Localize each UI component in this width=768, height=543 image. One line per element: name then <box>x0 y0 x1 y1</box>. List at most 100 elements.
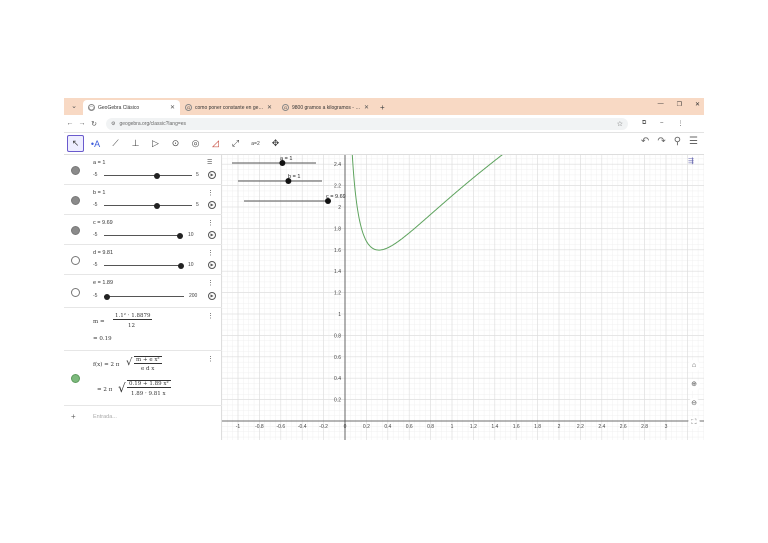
slider-knob[interactable] <box>103 293 110 300</box>
visibility-toggle-icon[interactable] <box>71 288 80 297</box>
home-icon[interactable]: ⌂ <box>688 360 700 372</box>
ellipse-tool-icon[interactable]: ◎ <box>187 135 204 152</box>
more-options-icon[interactable]: ⋮ <box>207 189 214 197</box>
minimize-icon[interactable]: — <box>658 101 664 108</box>
slider-row-a[interactable]: a = 1 -5 5 ▶ <box>64 155 222 185</box>
slider-knob[interactable] <box>153 202 160 209</box>
menu-dots-icon[interactable]: ⋮ <box>677 120 683 127</box>
close-tab-icon[interactable]: ✕ <box>170 104 175 111</box>
algebra-input-field[interactable]: Entrada... <box>93 414 117 420</box>
back-icon[interactable]: ← <box>64 120 76 127</box>
slider-min: -5 <box>93 262 98 268</box>
add-icon[interactable]: + <box>71 412 76 421</box>
visibility-toggle-icon[interactable] <box>71 166 80 175</box>
play-icon[interactable]: ▶ <box>208 231 216 239</box>
geogebra-favicon-icon: ◯ <box>88 104 95 111</box>
tab-google-search-1[interactable]: G como poner constante en geogeb ✕ <box>180 100 277 115</box>
algebra-row-f[interactable]: ⋮ f(x) = 2 π √ m + e x² e d x = 2 π √ 0.… <box>64 351 222 406</box>
play-icon[interactable]: ▶ <box>208 171 216 179</box>
play-icon[interactable]: ▶ <box>208 201 216 209</box>
profile-icon[interactable]: ⎯ <box>660 120 663 127</box>
slider-track[interactable] <box>104 232 184 239</box>
x-tick-label: 2.8 <box>641 424 648 430</box>
more-options-icon[interactable]: ⋮ <box>207 279 214 287</box>
google-favicon-icon: G <box>185 104 192 111</box>
f-value-numerator: 0.19 + 1.89 x² <box>127 380 171 388</box>
more-options-icon[interactable]: ⋮ <box>207 219 214 227</box>
fullscreen-icon[interactable]: ⛶ <box>688 417 700 429</box>
more-options-icon[interactable]: ⋮ <box>207 355 214 363</box>
f-lhs: f(x) = 2 π <box>93 362 120 368</box>
algebra-input-row[interactable]: + Entrada... <box>64 406 222 428</box>
x-tick-label: 1.4 <box>491 424 498 430</box>
move-graphics-tool-icon[interactable]: ✥ <box>267 135 284 152</box>
graphics-slider-label: a = 1 <box>280 156 292 162</box>
search-icon[interactable]: ⚲ <box>674 136 681 147</box>
slider-knob[interactable] <box>177 232 184 239</box>
tab-google-search-2[interactable]: G 9800 gramos a kilogramos - Go ✕ <box>277 100 374 115</box>
slider-tool-icon[interactable]: a=2 <box>247 135 264 152</box>
algebra-row-m[interactable]: ⋮ m = 1.1² · 1.8879 12 = 0.19 <box>64 308 222 351</box>
reflect-tool-icon[interactable]: ⤢ <box>227 135 244 152</box>
angle-tool-icon[interactable]: ◿ <box>207 135 224 152</box>
extensions-icon[interactable]: ⧉ <box>642 120 646 127</box>
undo-icon[interactable]: ↶ <box>641 136 649 147</box>
new-tab-button[interactable]: + <box>380 103 385 112</box>
visibility-toggle-icon[interactable] <box>71 374 80 383</box>
style-bar-toggle-icon[interactable]: ⇶ <box>688 157 700 167</box>
bookmark-star-icon[interactable]: ☆ <box>617 120 623 128</box>
slider-knob[interactable] <box>178 262 184 269</box>
reload-icon[interactable]: ↻ <box>88 120 100 128</box>
geogebra-toolbar: ↖ •A ⟋ ⊥ ▷ ⊙ ◎ ◿ ⤢ a=2 ✥ ↶ ↷ ⚲ ☰ <box>64 133 704 155</box>
slider-max: 5 <box>196 172 199 178</box>
y-tick-label: 1.2 <box>334 291 341 297</box>
slider-knob[interactable] <box>153 172 160 179</box>
slider-track[interactable] <box>103 293 184 300</box>
perpendicular-tool-icon[interactable]: ⊥ <box>127 135 144 152</box>
url-field[interactable]: ⚙ geogebra.org/classic?lang=es ☆ <box>106 117 628 130</box>
more-options-icon[interactable]: ⋮ <box>207 312 214 320</box>
move-tool-icon[interactable]: ↖ <box>67 135 84 152</box>
zoom-in-icon[interactable]: ⊕ <box>688 379 700 391</box>
tab-strip: ⌄ ◯ GeoGebra Clásico ✕ G como poner cons… <box>64 98 704 115</box>
close-tab-icon[interactable]: ✕ <box>364 104 369 111</box>
zoom-out-icon[interactable]: ⊖ <box>688 398 700 410</box>
y-tick-label: 0.6 <box>334 355 341 361</box>
slider-row-b[interactable]: b = 1 ⋮ -5 5 ▶ <box>64 185 222 215</box>
play-icon[interactable]: ▶ <box>208 292 216 300</box>
x-tick-label: -0.2 <box>319 424 328 430</box>
visibility-toggle-icon[interactable] <box>71 226 80 235</box>
line-tool-icon[interactable]: ⟋ <box>107 135 124 152</box>
redo-icon[interactable]: ↷ <box>657 136 665 147</box>
close-tab-icon[interactable]: ✕ <box>267 104 272 111</box>
play-icon[interactable]: ▶ <box>208 261 216 269</box>
point-tool-icon[interactable]: •A <box>87 135 104 152</box>
slider-row-c[interactable]: c = 9.69 ⋮ -5 10 ▶ <box>64 215 222 245</box>
tab-search-icon[interactable]: ⌄ <box>67 100 81 114</box>
visibility-toggle-icon[interactable] <box>71 196 80 205</box>
restore-icon[interactable]: ❐ <box>677 101 682 108</box>
graphics-view[interactable]: -1 -0.8 -0.6 -0.4 -0.2 0 0.2 0.4 0.6 0.8 1 1.2 1.4 1.… <box>222 155 704 440</box>
x-tick-label: -0.8 <box>255 424 264 430</box>
site-info-icon[interactable]: ⚙ <box>111 121 115 127</box>
slider-track[interactable] <box>104 262 184 269</box>
algebra-view: ☰ a = 1 -5 5 ▶ b = 1 ⋮ -5 5 ▶ c = 9.69 ⋮… <box>64 155 222 440</box>
slider-row-d[interactable]: d = 9.81 ⋮ -5 10 ▶ <box>64 245 222 275</box>
x-tick-label: 2.6 <box>620 424 627 430</box>
main-menu-icon[interactable]: ☰ <box>689 136 698 147</box>
slider-track[interactable] <box>104 172 192 179</box>
polygon-tool-icon[interactable]: ▷ <box>147 135 164 152</box>
circle-tool-icon[interactable]: ⊙ <box>167 135 184 152</box>
x-tick-label: 0 <box>344 424 347 430</box>
graphics-canvas[interactable]: -1 -0.8 -0.6 -0.4 -0.2 0 0.2 0.4 0.6 0.8 1 1.2 1.4 1.… <box>222 155 704 440</box>
radical-icon: √ <box>126 357 133 368</box>
visibility-toggle-icon[interactable] <box>71 256 80 265</box>
slider-definition: d = 9.81 <box>93 250 114 256</box>
slider-track[interactable] <box>104 202 192 209</box>
tab-geogebra[interactable]: ◯ GeoGebra Clásico ✕ <box>83 100 180 115</box>
more-options-icon[interactable]: ⋮ <box>207 249 214 257</box>
forward-icon[interactable]: → <box>76 120 88 127</box>
close-window-icon[interactable]: ✕ <box>695 101 700 108</box>
slider-row-e[interactable]: e = 1.89 ⋮ -5 200 ▶ <box>64 275 222 308</box>
url-text: geogebra.org/classic?lang=es <box>119 120 187 127</box>
